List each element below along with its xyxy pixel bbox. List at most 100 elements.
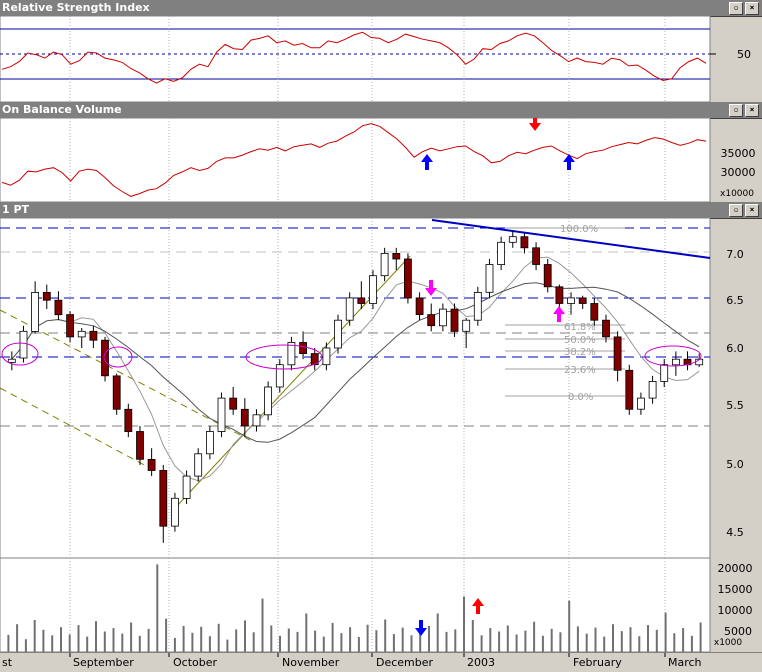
candle-down (555, 286, 564, 304)
volume-tick-15000: 15000 (718, 583, 753, 596)
rsi-titlebar: Relative Strength Index ▫ × (0, 0, 762, 17)
rsi-chart: 50 (0, 16, 751, 102)
candle-up (567, 297, 575, 304)
candle-up (275, 364, 284, 388)
candle-down (112, 375, 121, 410)
xaxis-label: December (376, 656, 434, 669)
candle-up (508, 236, 517, 243)
candle-up (7, 358, 16, 363)
candle-up (31, 292, 40, 332)
time-axis: st September October November December 2… (0, 652, 762, 672)
candle-up (497, 241, 506, 265)
price-tick-5.5: 5.5 (726, 399, 744, 412)
price-tick-6.5: 6.5 (726, 294, 744, 307)
price-titlebar: 1 PT ▫ × (0, 202, 762, 219)
fib-label-100: 100.0% (560, 224, 598, 235)
candle-up (77, 330, 86, 338)
obv-titlebar: On Balance Volume ▫ × (0, 102, 762, 119)
price-tick-6.0: 6.0 (726, 342, 744, 355)
candle-down (42, 292, 51, 301)
rsi-close-button[interactable]: × (745, 2, 759, 15)
candle-down (124, 408, 133, 433)
xaxis-label: March (668, 656, 702, 669)
candle-down (240, 408, 249, 427)
obv-tick-30000: 30000 (721, 166, 756, 179)
candle-up (217, 397, 226, 432)
rsi-restore-button[interactable]: ▫ (729, 2, 743, 15)
candle-down (101, 339, 109, 377)
price-tick-5.0: 5.0 (726, 458, 744, 471)
price-restore-button[interactable]: ▫ (729, 204, 743, 217)
candle-up (637, 397, 645, 410)
candle-up (660, 364, 669, 382)
rsi-tick-label: 50 (737, 48, 751, 61)
price-title: 1 PT (2, 203, 30, 216)
candle-up (485, 264, 494, 293)
price-close-button[interactable]: × (745, 204, 759, 217)
candle-down (427, 314, 436, 327)
volume-tick-10000: 10000 (718, 604, 753, 617)
obv-close-button[interactable]: × (745, 104, 759, 117)
candle-down (625, 369, 634, 410)
candle-down (578, 297, 587, 304)
candle-down (54, 299, 63, 316)
fib-label-236: 23.6% (564, 365, 596, 376)
candle-up (205, 431, 214, 455)
candle-up (462, 319, 471, 332)
candle-down (543, 264, 552, 288)
candle-up (194, 453, 203, 477)
obv-tick-35000: 35000 (721, 147, 756, 160)
rsi-title: Relative Strength Index (2, 1, 150, 14)
candle-down (89, 330, 98, 341)
xaxis-label: st (2, 656, 13, 669)
xaxis-label: October (173, 656, 217, 669)
candle-down (136, 431, 144, 460)
candle-up (19, 330, 28, 359)
obv-title: On Balance Volume (2, 103, 122, 116)
fib-label-382: 38.2% (564, 347, 596, 358)
candle-down (159, 470, 168, 527)
candle-down (66, 314, 74, 338)
candle-down (590, 303, 599, 321)
candle-down (299, 342, 308, 355)
price-tick-4.5: 4.5 (726, 526, 744, 539)
candle-down (520, 236, 529, 249)
xaxis-label: November (282, 656, 340, 669)
volume-chart: 20000 15000 10000 5000 x1000 (0, 558, 753, 652)
fib-label-618: 61.8% (564, 322, 596, 333)
volume-pane: 20000 15000 10000 5000 x1000 (0, 558, 762, 652)
candle-down (392, 253, 401, 260)
xaxis-label: February (573, 656, 622, 669)
obv-unit-label: x10000 (720, 189, 754, 199)
candle-down (613, 336, 622, 371)
fib-label-0: 0.0% (568, 392, 593, 403)
rsi-pane: Relative Strength Index ▫ × 50 (0, 0, 762, 102)
xaxis-label: 2003 (467, 656, 495, 669)
candle-up (182, 475, 191, 499)
candle-up (252, 414, 261, 427)
price-chart: 100.0% 61.8% 50.0% 38.2% 23.6% 0.0% 7.0 … (0, 218, 744, 558)
candle-down (602, 319, 610, 338)
price-tick-7.0: 7.0 (726, 248, 744, 261)
candle-up (672, 358, 680, 366)
candle-down (450, 308, 459, 332)
volume-tick-20000: 20000 (718, 562, 753, 575)
candle-up (345, 297, 354, 321)
candle-up (334, 319, 342, 349)
candle-down (532, 247, 540, 265)
volume-unit-label: x1000 (714, 638, 743, 648)
obv-chart: 35000 30000 x10000 (0, 118, 756, 202)
candle-down (415, 297, 424, 316)
candle-down (357, 297, 366, 304)
candle-down (403, 258, 412, 299)
obv-restore-button[interactable]: ▫ (729, 104, 743, 117)
candle-up (438, 308, 447, 327)
candle-up (264, 386, 273, 416)
candle-up (473, 292, 482, 321)
candle-down (229, 397, 238, 410)
obv-pane: On Balance Volume ▫ × 35000 30000 x10000 (0, 102, 762, 202)
candle-up (369, 275, 377, 304)
candle-up (380, 253, 389, 277)
candle-up (648, 380, 657, 399)
price-pane: 1 PT ▫ × 100.0% 61.8% 50.0% 38.2% 23.6% … (0, 202, 762, 558)
